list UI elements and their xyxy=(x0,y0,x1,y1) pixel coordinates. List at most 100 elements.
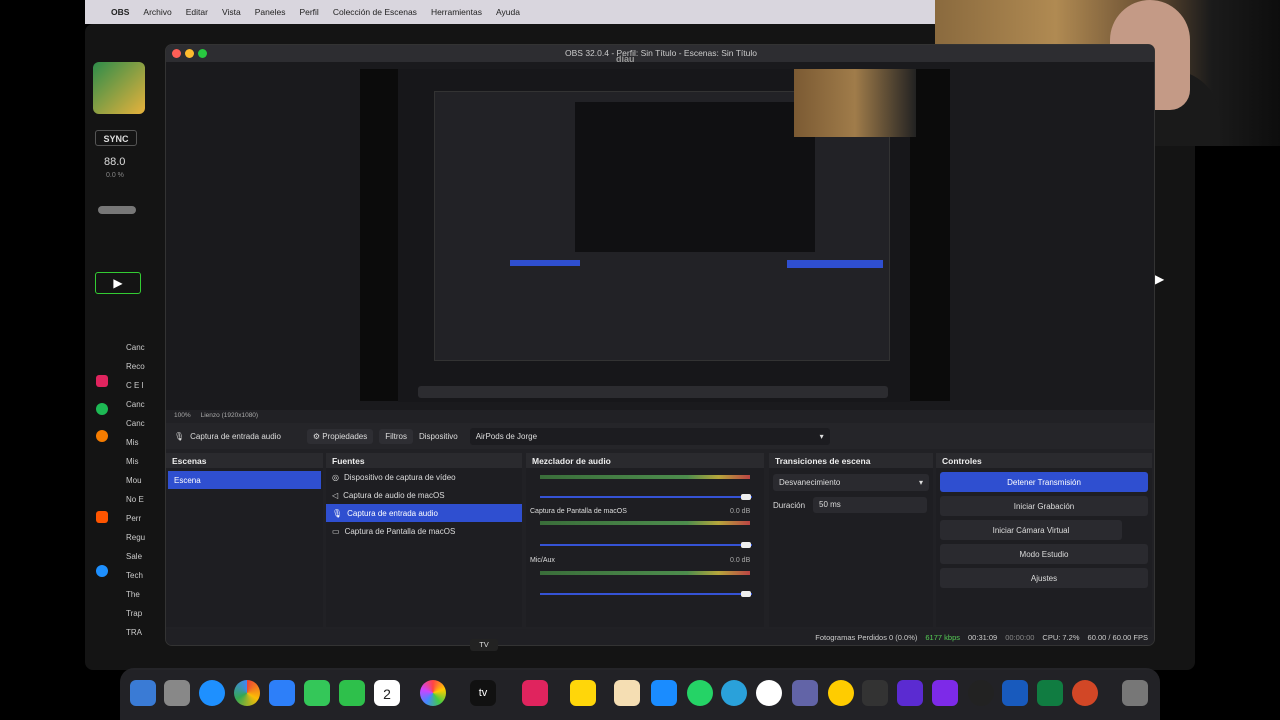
tv-icon[interactable]: tv xyxy=(470,680,496,706)
obs-title: OBS 32.0.4 - Perfil: Sin Título - Escena… xyxy=(565,48,757,58)
messages-icon[interactable] xyxy=(304,680,330,706)
volume-slider[interactable] xyxy=(540,593,752,595)
library-row[interactable]: Reco xyxy=(126,357,166,376)
mixer-header: Mezclador de audio xyxy=(526,453,764,468)
library-row[interactable]: Mis xyxy=(126,452,166,471)
library-row[interactable]: The xyxy=(126,585,166,604)
slider-knob[interactable] xyxy=(741,494,751,500)
source-item[interactable]: ▭ Captura de Pantalla de macOS xyxy=(326,522,522,540)
preview-area[interactable] xyxy=(166,62,1154,410)
obs-titlebar: OBS 32.0.4 - Perfil: Sin Título - Escena… xyxy=(166,45,1154,62)
menu-paneles[interactable]: Paneles xyxy=(255,7,286,17)
library-row[interactable]: Trap xyxy=(126,604,166,623)
trash-icon[interactable] xyxy=(1122,680,1148,706)
virtual-camera-button[interactable]: Iniciar Cámara Virtual xyxy=(940,520,1122,540)
notes-icon[interactable] xyxy=(570,680,596,706)
soundcloud-icon[interactable] xyxy=(96,511,108,523)
library-row[interactable]: Mis xyxy=(126,433,166,452)
play-button[interactable]: ▶ xyxy=(95,272,141,294)
teams-icon[interactable] xyxy=(792,680,818,706)
safari-icon[interactable] xyxy=(199,680,225,706)
books-icon[interactable] xyxy=(614,680,640,706)
filters-label: Filtros xyxy=(385,431,407,441)
studio-mode-button[interactable]: Modo Estudio xyxy=(940,544,1148,564)
source-item[interactable]: ◎ Dispositivo de captura de vídeo xyxy=(326,468,522,486)
telegram-icon[interactable] xyxy=(721,680,747,706)
menu-ayuda[interactable]: Ayuda xyxy=(496,7,520,17)
star-icon[interactable] xyxy=(897,680,923,706)
scenes-header: Escenas xyxy=(166,453,323,468)
chrome-icon[interactable] xyxy=(234,680,260,706)
menu-coleccion[interactable]: Colección de Escenas xyxy=(333,7,417,17)
menu-perfil[interactable]: Perfil xyxy=(299,7,318,17)
library-row[interactable]: C E I xyxy=(126,376,166,395)
chatgpt-icon[interactable] xyxy=(756,680,782,706)
pitch-readout: 0.0 % xyxy=(106,172,124,179)
sync-button[interactable]: SYNC xyxy=(95,130,137,146)
volume-slider[interactable] xyxy=(540,496,752,498)
menu-editar[interactable]: Editar xyxy=(186,7,208,17)
transition-select[interactable]: Desvanecimiento ▾ xyxy=(773,474,929,491)
canva-icon[interactable] xyxy=(932,680,958,706)
menu-archivo[interactable]: Archivo xyxy=(143,7,171,17)
library-row[interactable]: Sale xyxy=(126,547,166,566)
library-row[interactable]: Perr xyxy=(126,509,166,528)
tempo-slider[interactable] xyxy=(98,206,136,214)
settings-button[interactable]: Ajustes xyxy=(940,568,1148,588)
source-label: Captura de Pantalla de macOS xyxy=(344,526,456,536)
mixer-title: Mezclador de audio xyxy=(532,455,611,466)
menu-herramientas[interactable]: Herramientas xyxy=(431,7,482,17)
facetime-icon[interactable] xyxy=(339,680,365,706)
menu-app[interactable]: OBS xyxy=(111,7,129,17)
appstore-icon[interactable] xyxy=(651,680,677,706)
slider-knob[interactable] xyxy=(741,591,751,597)
podcast-icon[interactable] xyxy=(96,430,108,442)
spotify-icon[interactable] xyxy=(96,403,108,415)
powerpoint-icon[interactable] xyxy=(1072,680,1098,706)
slider-knob[interactable] xyxy=(741,542,751,548)
properties-button[interactable]: ⚙ Propiedades xyxy=(306,428,374,444)
properties-label: Propiedades xyxy=(322,431,368,441)
library-row[interactable]: Mou xyxy=(126,471,166,490)
device-label: Dispositivo xyxy=(419,431,458,441)
start-recording-button[interactable]: Iniciar Grabación xyxy=(940,496,1148,516)
app-icon[interactable] xyxy=(828,680,854,706)
stop-streaming-button[interactable]: Detener Transmisión xyxy=(940,472,1148,492)
volume-slider[interactable] xyxy=(540,544,752,546)
source-item[interactable]: ◁ Captura de audio de macOS xyxy=(326,486,522,504)
finder-icon[interactable] xyxy=(130,680,156,706)
close-icon[interactable] xyxy=(172,49,181,58)
whatsapp-icon[interactable] xyxy=(687,680,713,706)
menu-vista[interactable]: Vista xyxy=(222,7,241,17)
library-row[interactable]: Canc xyxy=(126,338,166,357)
library-row[interactable]: Canc xyxy=(126,414,166,433)
source-item-selected[interactable]: 🎙 Captura de entrada audio xyxy=(326,504,522,522)
obs-window: OBS 32.0.4 - Perfil: Sin Título - Escena… xyxy=(165,44,1155,646)
music-icon[interactable] xyxy=(96,375,108,387)
duration-input[interactable]: 50 ms xyxy=(813,497,927,513)
music-icon[interactable] xyxy=(522,680,548,706)
settings-icon[interactable] xyxy=(164,680,190,706)
excel-icon[interactable] xyxy=(1037,680,1063,706)
play-button-right[interactable]: ▶ xyxy=(1155,272,1175,294)
mail-icon[interactable] xyxy=(269,680,295,706)
canvas-label[interactable]: Lienzo (1920x1080) xyxy=(201,412,258,419)
library-row[interactable]: TRA xyxy=(126,623,166,642)
filters-button[interactable]: Filtros xyxy=(379,428,413,444)
library-row[interactable]: Canc xyxy=(126,395,166,414)
library-row[interactable]: No E xyxy=(126,490,166,509)
calendar-icon[interactable]: 2 xyxy=(374,680,400,706)
zoom-value[interactable]: 100% xyxy=(174,412,191,419)
obs-icon[interactable] xyxy=(968,680,994,706)
scene-item[interactable]: Escena xyxy=(168,471,321,489)
library-row[interactable]: Tech xyxy=(126,566,166,585)
minimize-icon[interactable] xyxy=(185,49,194,58)
word-icon[interactable] xyxy=(1002,680,1028,706)
link-icon[interactable] xyxy=(862,680,888,706)
beatport-icon[interactable] xyxy=(96,565,108,577)
device-dropdown[interactable]: AirPods de Jorge ▾ xyxy=(469,427,830,445)
library-row[interactable]: Regu xyxy=(126,528,166,547)
zoom-icon[interactable] xyxy=(198,49,207,58)
sources-title: Fuentes xyxy=(332,455,365,466)
photos-icon[interactable] xyxy=(420,680,446,706)
